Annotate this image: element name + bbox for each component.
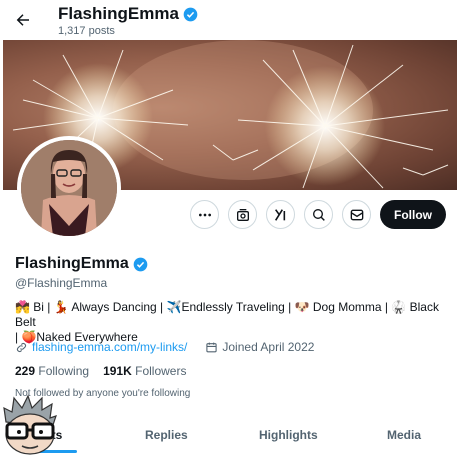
profile-meta: flashing-emma.com/my-links/ Joined April…	[15, 340, 314, 354]
search-icon	[312, 208, 325, 221]
bio-line-1: 💏 Bi | 💃 Always Dancing | ✈️Endlessly Tr…	[15, 300, 439, 329]
message-icon	[350, 209, 363, 220]
following-label: Following	[38, 364, 90, 378]
subscribe-icon	[236, 208, 249, 221]
back-button[interactable]	[12, 9, 34, 31]
avatar-photo	[21, 140, 117, 236]
followers-stat[interactable]: 191K Followers	[103, 364, 186, 378]
display-name: FlashingEmma	[15, 255, 129, 272]
profile-link[interactable]: flashing-emma.com/my-links/	[32, 340, 187, 354]
verified-badge-icon	[133, 257, 148, 271]
header-title-row: FlashingEmma	[58, 4, 198, 24]
tab-media[interactable]: Media	[387, 428, 421, 442]
subscribe-button[interactable]	[228, 200, 257, 229]
more-icon	[198, 213, 211, 216]
post-count: 1,317 posts	[58, 25, 115, 37]
search-button[interactable]	[304, 200, 333, 229]
followers-label: Followers	[135, 364, 187, 378]
grok-icon	[274, 208, 285, 221]
grok-button[interactable]	[266, 200, 295, 229]
tab-replies[interactable]: Replies	[145, 428, 188, 442]
user-handle: @FlashingEmma	[15, 276, 108, 290]
profile-avatar[interactable]	[17, 136, 121, 240]
profile-actions: Follow	[190, 200, 446, 230]
followers-count: 191K	[103, 364, 132, 378]
calendar-icon	[206, 342, 218, 352]
verified-badge-icon	[183, 7, 198, 21]
follow-stats: 229 Following 191K Followers	[15, 364, 186, 378]
message-button[interactable]	[342, 200, 371, 229]
link-icon	[16, 342, 27, 352]
profile-tabs: sts Replies Highlights Media	[0, 420, 460, 460]
tab-highlights[interactable]: Highlights	[259, 428, 318, 442]
following-stat[interactable]: 229 Following	[15, 364, 89, 378]
display-name-row: FlashingEmma	[15, 255, 148, 273]
following-count: 229	[15, 364, 36, 378]
header-title: FlashingEmma	[58, 4, 179, 23]
arrow-left-icon	[16, 14, 29, 26]
more-button[interactable]	[190, 200, 219, 229]
cartoon-nerd-face-icon	[3, 394, 57, 455]
top-bar: FlashingEmma 1,317 posts	[0, 0, 460, 40]
joined-date: Joined April 2022	[222, 340, 315, 354]
profile-bio: 💏 Bi | 💃 Always Dancing | ✈️Endlessly Tr…	[15, 300, 453, 345]
follow-button[interactable]: Follow	[380, 200, 446, 229]
cartoon-face-overlay	[0, 394, 60, 456]
